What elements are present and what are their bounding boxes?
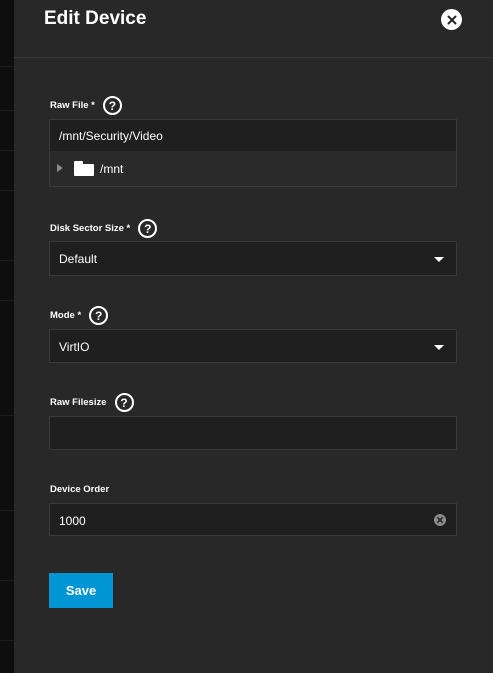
edit-device-panel: Edit Device Raw File * ? /mnt/Security/V… bbox=[14, 0, 493, 673]
expand-arrow-icon[interactable] bbox=[57, 164, 63, 172]
disk-sector-size-select[interactable]: Default bbox=[49, 241, 457, 276]
raw-filesize-input[interactable] bbox=[49, 416, 457, 450]
help-icon[interactable]: ? bbox=[89, 306, 109, 325]
help-icon[interactable]: ? bbox=[102, 96, 122, 115]
background-page bbox=[0, 0, 14, 673]
file-tree-node[interactable]: /mnt bbox=[49, 151, 457, 187]
help-icon[interactable]: ? bbox=[138, 219, 158, 238]
mode-select[interactable]: VirtIO bbox=[49, 329, 457, 363]
close-button[interactable] bbox=[441, 9, 462, 30]
raw-file-label: Raw File * ? bbox=[50, 96, 122, 115]
device-order-input[interactable]: 1000 bbox=[49, 503, 457, 536]
chevron-down-icon bbox=[434, 257, 444, 262]
dialog-title: Edit Device bbox=[44, 8, 147, 29]
raw-file-input[interactable]: /mnt/Security/Video bbox=[49, 119, 457, 152]
device-order-value: 1000 bbox=[59, 514, 86, 528]
close-icon bbox=[447, 15, 456, 24]
clear-icon[interactable] bbox=[434, 514, 446, 526]
save-button[interactable]: Save bbox=[49, 573, 113, 608]
disk-sector-size-label: Disk Sector Size * ? bbox=[50, 219, 158, 238]
folder-icon bbox=[74, 161, 94, 176]
chevron-down-icon bbox=[434, 345, 444, 350]
help-icon[interactable]: ? bbox=[114, 393, 134, 412]
raw-filesize-label: Raw Filesize ? bbox=[50, 393, 134, 412]
mode-label: Mode * ? bbox=[50, 306, 109, 325]
device-order-label: Device Order bbox=[50, 484, 110, 495]
disk-sector-size-value: Default bbox=[59, 252, 98, 266]
mode-value: VirtIO bbox=[59, 340, 90, 354]
header-divider bbox=[14, 57, 493, 58]
tree-folder-label: /mnt bbox=[100, 162, 124, 176]
raw-file-value: /mnt/Security/Video bbox=[59, 129, 163, 143]
